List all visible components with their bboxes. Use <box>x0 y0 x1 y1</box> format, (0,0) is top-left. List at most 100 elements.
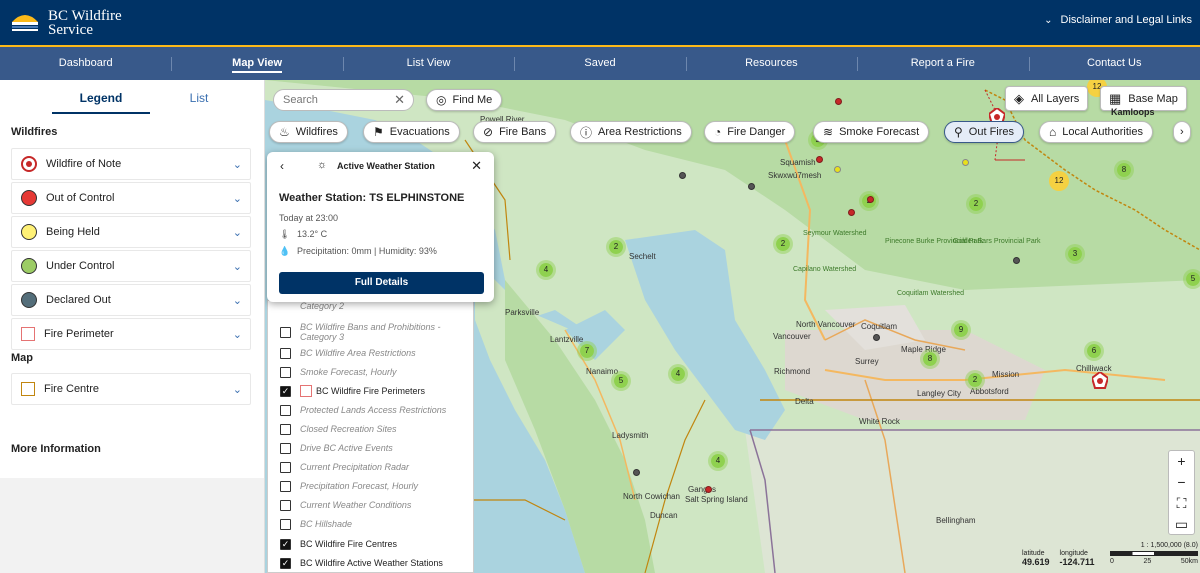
search-input[interactable]: Search ✕ <box>273 89 414 111</box>
layer-row[interactable]: ✓ BC Wildfire Fire Centres <box>280 537 397 551</box>
fire-cluster-marker[interactable]: 8 <box>920 349 940 369</box>
layer-checkbox[interactable] <box>280 366 291 378</box>
chevron-down-icon[interactable]: ⌄ <box>233 158 242 171</box>
nav-dashboard[interactable]: Dashboard <box>0 47 171 80</box>
filter-local-authorities[interactable]: ⌂ Local Authorities <box>1039 121 1153 143</box>
chevron-down-icon[interactable]: ⌄ <box>233 328 242 341</box>
nav-contact[interactable]: Contact Us <box>1028 47 1200 80</box>
legend-wildfire-of-note[interactable]: Wildfire of Note ⌄ <box>11 148 251 180</box>
fire-cluster-marker[interactable]: 9 <box>951 320 971 340</box>
layer-row[interactable]: Current Precipitation Radar <box>280 460 409 474</box>
filter-fire-danger[interactable]: ◔ Fire Danger <box>704 121 796 143</box>
legend-under-control[interactable]: Under Control ⌄ <box>11 250 251 282</box>
layer-checkbox[interactable] <box>280 499 291 511</box>
close-icon[interactable]: ✕ <box>471 158 482 174</box>
find-me-button[interactable]: ◎ Find Me <box>426 89 503 111</box>
fire-cluster-marker[interactable]: 6 <box>1084 341 1104 361</box>
nav-resources[interactable]: Resources <box>685 47 857 80</box>
fire-cluster-marker[interactable]: 4 <box>536 260 556 280</box>
declared-out-marker[interactable] <box>748 183 755 190</box>
fire-cluster-marker[interactable]: 2 <box>966 194 986 214</box>
layer-checkbox[interactable]: ✓ <box>280 538 291 550</box>
layer-row[interactable]: Drive BC Active Events <box>280 441 393 455</box>
layer-row[interactable]: Precipitation Forecast, Hourly <box>280 479 418 493</box>
all-layers-button[interactable]: ◈ All Layers <box>1005 86 1089 111</box>
legend-fire-perimeter[interactable]: Fire Perimeter ⌄ <box>11 318 251 350</box>
out-of-control-marker[interactable] <box>835 98 842 105</box>
nav-map-view[interactable]: Map View <box>171 47 342 80</box>
layer-row[interactable]: ✓ BC Wildfire Active Weather Stations <box>280 556 443 570</box>
fire-cluster-marker[interactable]: 5 <box>1183 269 1200 289</box>
wildfire-of-note-icon[interactable] <box>1092 372 1108 390</box>
fire-cluster-marker[interactable]: 5 <box>611 371 631 391</box>
declared-out-marker[interactable] <box>633 469 640 476</box>
being-held-marker[interactable] <box>962 159 969 166</box>
chevron-down-icon[interactable]: ⌄ <box>233 192 242 205</box>
layer-checkbox[interactable]: ✓ <box>280 557 291 569</box>
layer-row[interactable]: BC Wildfire Area Restrictions <box>280 346 416 360</box>
back-arrow-icon[interactable]: ‹ <box>280 159 284 173</box>
bc-logo-icon[interactable] <box>8 6 42 36</box>
fire-cluster-marker[interactable]: 2 <box>965 370 985 390</box>
layer-row[interactable]: BC Hillshade <box>280 517 352 531</box>
filter-scroll-right[interactable]: › <box>1173 121 1191 143</box>
layer-checkbox[interactable] <box>280 326 291 338</box>
layer-checkbox[interactable] <box>280 461 291 473</box>
layer-checkbox[interactable] <box>280 480 291 492</box>
out-of-control-marker[interactable] <box>848 209 855 216</box>
layer-row[interactable]: Closed Recreation Sites <box>280 422 397 436</box>
declared-out-marker[interactable] <box>1013 257 1020 264</box>
nav-saved[interactable]: Saved <box>514 47 685 80</box>
fire-cluster-marker[interactable]: 4 <box>708 451 728 471</box>
filter-smoke-forecast[interactable]: ≋ Smoke Forecast <box>813 121 930 143</box>
more-information-link[interactable]: More Information <box>11 443 101 455</box>
fire-cluster-marker[interactable]: 8 <box>1114 160 1134 180</box>
being-held-marker[interactable] <box>834 166 841 173</box>
layer-checkbox[interactable] <box>280 442 291 454</box>
legend-being-held[interactable]: Being Held ⌄ <box>11 216 251 248</box>
filter-evacuations[interactable]: ⚑ Evacuations <box>363 121 460 143</box>
declared-out-marker[interactable] <box>873 334 880 341</box>
disclaimer-link[interactable]: ⌄ Disclaimer and Legal Links <box>1044 14 1192 26</box>
chevron-down-icon[interactable]: ⌄ <box>233 260 242 273</box>
clear-icon[interactable]: ✕ <box>394 90 405 110</box>
nav-list-view[interactable]: List View <box>342 47 514 80</box>
layer-row[interactable]: Current Weather Conditions <box>280 498 411 512</box>
layer-row[interactable]: ✓ BC Wildfire Fire Perimeters <box>280 384 425 398</box>
zoom-in-button[interactable]: + <box>1169 451 1194 472</box>
layer-checkbox[interactable] <box>280 347 291 359</box>
layer-checkbox[interactable]: ✓ <box>280 385 291 397</box>
layer-checkbox[interactable] <box>280 518 291 530</box>
declared-out-marker[interactable] <box>679 172 686 179</box>
filter-out-fires[interactable]: ⚲ Out Fires <box>944 121 1025 143</box>
legend-declared-out[interactable]: Declared Out ⌄ <box>11 284 251 316</box>
filter-area-restrictions[interactable]: ⓘ Area Restrictions <box>570 121 692 143</box>
brand-title[interactable]: BC Wildfire Service <box>48 9 122 38</box>
fire-cluster-marker[interactable]: 2 <box>606 237 626 257</box>
filter-fire-bans[interactable]: ⊘ Fire Bans <box>473 121 557 143</box>
chevron-down-icon[interactable]: ⌄ <box>233 383 242 396</box>
chevron-down-icon[interactable]: ⌄ <box>233 294 242 307</box>
tab-legend[interactable]: Legend <box>52 88 150 114</box>
layer-row[interactable]: Protected Lands Access Restrictions <box>280 403 446 417</box>
fullscreen-icon[interactable]: ⛶ <box>1169 493 1194 514</box>
map-view[interactable]: Powell River Squamish Skwxwú7mesh Sechelt Pa… <box>265 80 1200 573</box>
legend-out-of-control[interactable]: Out of Control ⌄ <box>11 182 251 214</box>
zoom-out-button[interactable]: − <box>1169 472 1194 493</box>
out-of-control-marker[interactable] <box>816 156 823 163</box>
layer-checkbox[interactable] <box>280 423 291 435</box>
fire-cluster-marker[interactable]: 3 <box>1065 244 1085 264</box>
fire-cluster-marker[interactable]: 4 <box>668 364 688 384</box>
layer-checkbox[interactable] <box>280 404 291 416</box>
chevron-down-icon[interactable]: ⌄ <box>233 226 242 239</box>
fire-cluster-marker[interactable]: 7 <box>577 341 597 361</box>
fire-cluster-marker[interactable]: 2 <box>773 234 793 254</box>
out-of-control-marker[interactable] <box>867 196 874 203</box>
measure-icon[interactable]: ▭ <box>1169 514 1194 535</box>
layer-row[interactable]: Smoke Forecast, Hourly <box>280 365 397 379</box>
out-of-control-marker[interactable] <box>705 486 712 493</box>
nav-report-fire[interactable]: Report a Fire <box>857 47 1028 80</box>
layer-row[interactable]: BC Wildfire Bans and Prohibitions - Cate… <box>280 321 460 343</box>
legend-fire-centre[interactable]: Fire Centre ⌄ <box>11 373 251 405</box>
full-details-button[interactable]: Full Details <box>279 272 484 294</box>
